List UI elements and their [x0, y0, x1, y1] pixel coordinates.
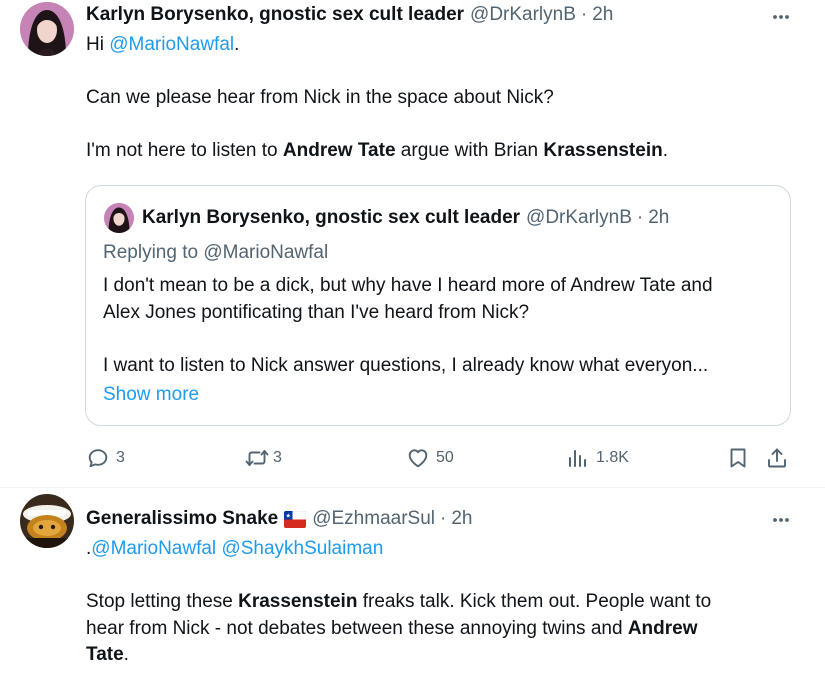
tweet-header: Karlyn Borysenko, gnostic sex cult leade…	[86, 3, 613, 27]
bold-text: Andrew	[627, 617, 698, 639]
author-name[interactable]: Karlyn Borysenko, gnostic sex cult leade…	[86, 4, 464, 26]
views-icon	[566, 446, 590, 470]
avatar[interactable]	[20, 494, 74, 548]
views-button[interactable]: 1.8K	[566, 444, 629, 472]
avatar[interactable]	[20, 2, 74, 56]
show-more-link[interactable]: Show more	[103, 384, 199, 406]
text-segment: Stop letting these	[86, 591, 239, 612]
action-bar: 3 3 50 1.8K	[86, 444, 796, 472]
text-line: I don't mean to be a dick, but why have …	[103, 275, 713, 296]
bookmark-button[interactable]	[726, 444, 750, 472]
quote-author-handle: @DrKarlynB	[526, 207, 632, 228]
text-segment: .	[234, 34, 240, 55]
text-line: Alex Jones pontificating than I've heard…	[103, 301, 530, 323]
tweet-text: Hi @MarioNawfal. Can we please hear from…	[86, 32, 796, 165]
bookmark-icon	[726, 446, 750, 470]
bold-text: Andrew Tate	[282, 140, 396, 161]
tweet[interactable]: Generalissimo Snake @EzhmaarSul · 2h .@M…	[0, 488, 825, 681]
text-line: I'm not here to listen to Andrew Tate ar…	[86, 138, 796, 165]
text-segment: Hi	[86, 34, 110, 55]
view-count: 1.8K	[596, 449, 629, 466]
reply-button[interactable]: 3	[86, 444, 125, 472]
text-segment: .	[123, 644, 129, 665]
more-icon[interactable]	[769, 508, 793, 532]
like-button[interactable]: 50	[406, 444, 454, 472]
quote-header: Karlyn Borysenko, gnostic sex cult leade…	[142, 206, 669, 230]
text-segment: I'm not here to listen to	[86, 140, 283, 161]
text-segment: hear from Nick - not debates between the…	[86, 617, 628, 639]
repost-button[interactable]: 3	[244, 444, 282, 472]
quote-avatar	[104, 203, 134, 233]
text-segment: argue with Brian	[395, 140, 544, 161]
share-icon	[765, 446, 789, 470]
bold-text: Krassenstein	[238, 591, 358, 612]
text-segment: freaks talk. Kick them out. People want …	[357, 591, 712, 612]
chile-flag-icon	[284, 510, 307, 528]
quoted-tweet[interactable]: Karlyn Borysenko, gnostic sex cult leade…	[85, 185, 791, 426]
timestamp[interactable]: 2h	[592, 4, 613, 26]
mention-link[interactable]: @MarioNawfal	[91, 538, 216, 559]
mention-link[interactable]: @ShaykhSulaiman	[221, 538, 383, 559]
text-line: Can we please hear from Nick in the spac…	[86, 87, 554, 108]
reply-count: 3	[116, 449, 125, 466]
bold-text: Tate	[86, 644, 124, 665]
repost-count: 3	[273, 449, 282, 466]
author-name[interactable]: Generalissimo Snake	[86, 508, 278, 530]
replying-to: Replying to @MarioNawfal	[103, 242, 329, 263]
heart-icon	[406, 446, 430, 470]
tweet-header: Generalissimo Snake @EzhmaarSul · 2h	[86, 507, 472, 531]
separator-dot: ·	[636, 207, 644, 228]
reply-icon	[86, 446, 110, 470]
text-line: I want to listen to Nick answer question…	[103, 354, 709, 376]
share-button[interactable]	[765, 444, 789, 472]
text-line: Hi @MarioNawfal.	[86, 32, 796, 59]
author-handle[interactable]: @DrKarlynB	[470, 4, 576, 26]
repost-icon	[244, 446, 270, 470]
bold-text: Krassenstein	[543, 140, 663, 161]
text-line: Stop letting these Krassenstein freaks t…	[86, 589, 796, 616]
text-segment: .	[662, 140, 668, 161]
text-line: .@MarioNawfal @ShaykhSulaiman	[86, 536, 796, 563]
tweet[interactable]: Karlyn Borysenko, gnostic sex cult leade…	[0, 0, 825, 488]
quote-author-name: Karlyn Borysenko, gnostic sex cult leade…	[142, 207, 521, 228]
text-line: hear from Nick - not debates between the…	[86, 616, 796, 643]
text-line: Tate.	[86, 642, 796, 669]
author-handle[interactable]: @EzhmaarSul	[312, 508, 435, 530]
tweet-text: .@MarioNawfal @ShaykhSulaiman Stop letti…	[86, 536, 796, 669]
quote-timestamp: 2h	[648, 207, 670, 228]
separator-dot: ·	[440, 508, 447, 529]
like-count: 50	[436, 449, 454, 466]
mention-link[interactable]: @MarioNawfal	[109, 34, 234, 55]
quote-text: I don't mean to be a dick, but why have …	[103, 273, 783, 379]
more-icon[interactable]	[769, 5, 793, 29]
separator-dot: ·	[580, 4, 588, 25]
timestamp[interactable]: 2h	[451, 508, 472, 530]
